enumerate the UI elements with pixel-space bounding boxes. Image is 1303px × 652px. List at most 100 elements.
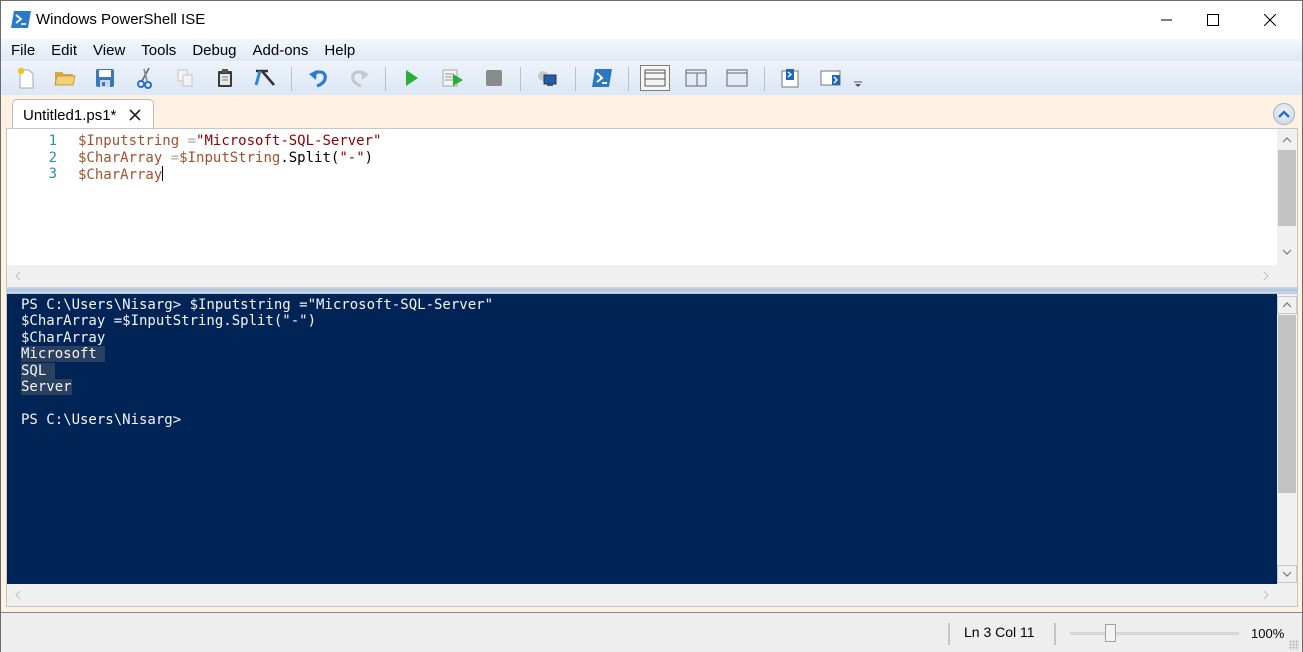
code-area[interactable]: $Inputstring ="Microsoft-SQL-Server" $Cha… xyxy=(78,133,381,183)
layout-right-icon xyxy=(685,69,707,87)
console-output: PS C:\Users\Nisarg> $Inputstring ="Micro… xyxy=(21,297,493,428)
layout-max-button[interactable] xyxy=(725,66,749,90)
menu-help[interactable]: Help xyxy=(324,42,355,59)
stop-icon xyxy=(486,70,502,86)
console-line-text: Server xyxy=(21,378,72,395)
save-button[interactable] xyxy=(93,66,117,90)
console-pane[interactable]: PS C:\Users\Nisarg> $Inputstring ="Micro… xyxy=(6,293,1298,607)
zoom-slider-thumb[interactable] xyxy=(1105,624,1117,642)
paste-button[interactable] xyxy=(213,66,237,90)
line-number: 2 xyxy=(48,149,57,166)
console-line-text: SQL xyxy=(21,362,55,379)
show-command-addon-button[interactable] xyxy=(819,66,843,90)
code-line: $CharArray =$InputString.Split("-") xyxy=(78,150,381,167)
code-token: $InputString xyxy=(179,149,281,166)
chevron-down-icon xyxy=(1282,571,1292,577)
line-number: 1 xyxy=(48,133,57,149)
menu-debug[interactable]: Debug xyxy=(192,42,236,59)
title-bar: Windows PowerShell ISE xyxy=(1,1,1302,39)
new-file-button[interactable] xyxy=(14,66,38,90)
squeegee-icon xyxy=(254,69,275,86)
scroll-thumb[interactable] xyxy=(1278,315,1296,493)
console-line: Server xyxy=(21,378,493,395)
script-editor[interactable]: 1 2 3 $Inputstring ="Microsoft-SQL-Serve… xyxy=(6,128,1298,287)
editor-horizontal-scrollbar[interactable] xyxy=(7,265,1297,287)
scroll-up-button[interactable] xyxy=(1277,296,1297,314)
tab-close-button[interactable] xyxy=(126,106,144,124)
remote-computer-icon xyxy=(538,71,557,86)
clipboard-icon xyxy=(218,69,232,87)
menu-add-ons[interactable]: Add-ons xyxy=(253,42,309,59)
collapse-script-pane-button[interactable] xyxy=(1273,103,1295,125)
script-tab-strip: Untitled1.ps1* xyxy=(1,95,1302,129)
layout-right-button[interactable] xyxy=(684,66,708,90)
scroll-thumb[interactable] xyxy=(1278,150,1296,226)
menu-file[interactable]: File xyxy=(11,42,35,59)
scroll-left-button[interactable] xyxy=(9,267,27,285)
layout-top-icon xyxy=(644,69,666,87)
cut-button[interactable] xyxy=(133,66,157,90)
minimize-button[interactable] xyxy=(1144,1,1190,39)
resize-grip[interactable] xyxy=(1289,640,1299,650)
console-line: PS C:\Users\Nisarg> xyxy=(21,412,493,428)
chevron-left-icon xyxy=(15,271,21,281)
maximize-button[interactable] xyxy=(1190,1,1236,39)
layout-top-button[interactable] xyxy=(640,65,670,91)
show-command-window-button[interactable] xyxy=(778,66,802,90)
scroll-down-button[interactable] xyxy=(1277,565,1297,583)
toolbar-overflow-button[interactable] xyxy=(851,75,865,93)
code-token: = xyxy=(170,149,180,166)
scroll-left-button[interactable] xyxy=(9,586,27,604)
powershell-icon xyxy=(592,69,612,87)
start-powershell-button[interactable] xyxy=(590,66,614,90)
scissors-icon xyxy=(137,67,152,89)
console-horizontal-scrollbar[interactable] xyxy=(7,584,1297,606)
code-token: $CharArray xyxy=(78,149,163,166)
scroll-down-button[interactable] xyxy=(1277,243,1297,261)
stop-button[interactable] xyxy=(482,66,506,90)
console-line: $CharArray xyxy=(21,330,493,346)
close-button[interactable] xyxy=(1247,1,1293,39)
toolbar-separator xyxy=(385,67,386,91)
run-selection-button[interactable] xyxy=(441,66,465,90)
tab-label: Untitled1.ps1* xyxy=(23,107,117,124)
menu-edit[interactable]: Edit xyxy=(51,42,77,59)
scroll-right-button[interactable] xyxy=(1257,267,1275,285)
redo-button[interactable] xyxy=(347,66,371,90)
open-button[interactable] xyxy=(53,66,77,90)
console-vertical-scrollbar[interactable] xyxy=(1277,294,1297,584)
folder-open-icon xyxy=(54,72,76,86)
code-line: $CharArray xyxy=(78,166,381,183)
editor-vertical-scrollbar[interactable] xyxy=(1277,129,1297,266)
chevron-right-icon xyxy=(1263,590,1269,600)
scroll-right-button[interactable] xyxy=(1257,586,1275,604)
console-line: $CharArray =$InputString.Split("-") xyxy=(21,313,493,329)
tab-untitled1[interactable]: Untitled1.ps1* xyxy=(12,99,154,129)
new-file-icon xyxy=(17,67,34,89)
copy-icon xyxy=(177,69,193,87)
menu-tools[interactable]: Tools xyxy=(141,42,176,59)
new-remote-tab-button[interactable] xyxy=(535,66,559,90)
console-line: SQL xyxy=(21,362,493,379)
code-token: $CharArray xyxy=(78,167,163,183)
code-token: = xyxy=(187,133,197,149)
text-caret xyxy=(162,166,164,181)
menu-view[interactable]: View xyxy=(93,42,125,59)
console-line-text: PS C:\Users\Nisarg> $Inputstring ="Micro… xyxy=(21,297,494,313)
undo-button[interactable] xyxy=(307,66,331,90)
powershell-app-icon xyxy=(11,11,31,28)
code-token: .Split( xyxy=(280,149,340,166)
copy-button[interactable] xyxy=(173,66,197,90)
scroll-up-button[interactable] xyxy=(1277,131,1297,149)
chevron-up-icon xyxy=(1282,302,1292,308)
code-token: "Microsoft-SQL-Server" xyxy=(196,133,382,149)
code-token: "-" xyxy=(339,149,365,166)
chevron-left-icon xyxy=(15,590,21,600)
run-selection-icon xyxy=(442,69,463,87)
run-script-button[interactable] xyxy=(399,66,423,90)
zoom-slider-track[interactable] xyxy=(1070,632,1239,635)
clear-console-button[interactable] xyxy=(253,66,277,90)
status-bar: Ln 3 Col 11 100% xyxy=(1,612,1302,652)
